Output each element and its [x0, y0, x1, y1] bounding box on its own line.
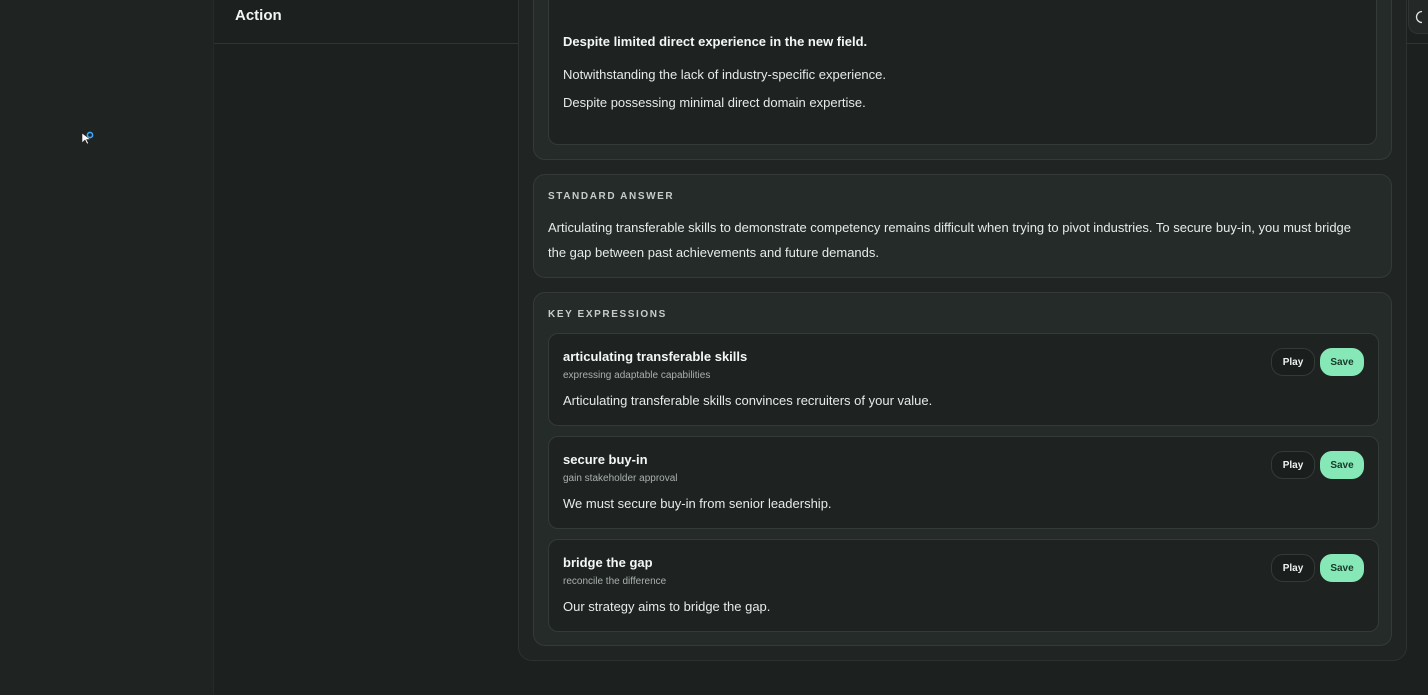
expression-phrase: secure buy-in [563, 452, 648, 467]
page-title: Action [235, 7, 282, 24]
expression-example: Our strategy aims to bridge the gap. [563, 599, 771, 614]
cursor-icon [81, 131, 94, 145]
play-button[interactable]: Play [1271, 348, 1315, 376]
expression-example: Articulating transferable skills convinc… [563, 393, 933, 408]
alternatives-list: Despite limited direct experience in the… [548, 0, 1377, 145]
alternative-item: Despite limited direct experience in the… [563, 34, 868, 49]
key-expressions-card: KEY EXPRESSIONS articulating transferabl… [533, 292, 1392, 646]
alternatives-card: Despite limited direct experience in the… [533, 0, 1392, 160]
expression-item: secure buy-in gain stakeholder approval … [548, 436, 1379, 529]
sidebar [0, 0, 214, 695]
save-button[interactable]: Save [1320, 451, 1364, 479]
expression-item: bridge the gap reconcile the difference … [548, 539, 1379, 632]
expression-meaning: gain stakeholder approval [563, 473, 678, 484]
play-button[interactable]: Play [1271, 451, 1315, 479]
expression-phrase: articulating transferable skills [563, 349, 748, 364]
expression-phrase: bridge the gap [563, 555, 653, 570]
play-button[interactable]: Play [1271, 554, 1315, 582]
standard-answer-card: STANDARD ANSWER Articulating transferabl… [533, 174, 1392, 278]
expression-meaning: reconcile the difference [563, 576, 667, 587]
standard-answer-label: STANDARD ANSWER [548, 191, 675, 202]
standard-answer-text: Articulating transferable skills to demo… [548, 220, 1352, 260]
expression-item: articulating transferable skills express… [548, 333, 1379, 426]
expression-example: We must secure buy-in from senior leader… [563, 496, 832, 511]
save-button[interactable]: Save [1320, 554, 1364, 582]
alternative-item: Despite possessing minimal direct domain… [563, 95, 866, 110]
expression-meaning: expressing adaptable capabilities [563, 370, 711, 381]
moon-icon [1415, 10, 1422, 23]
theme-toggle-button[interactable] [1408, 0, 1428, 34]
key-expressions-label: KEY EXPRESSIONS [548, 309, 667, 320]
save-button[interactable]: Save [1320, 348, 1364, 376]
alternative-item: Notwithstanding the lack of industry-spe… [563, 67, 886, 82]
